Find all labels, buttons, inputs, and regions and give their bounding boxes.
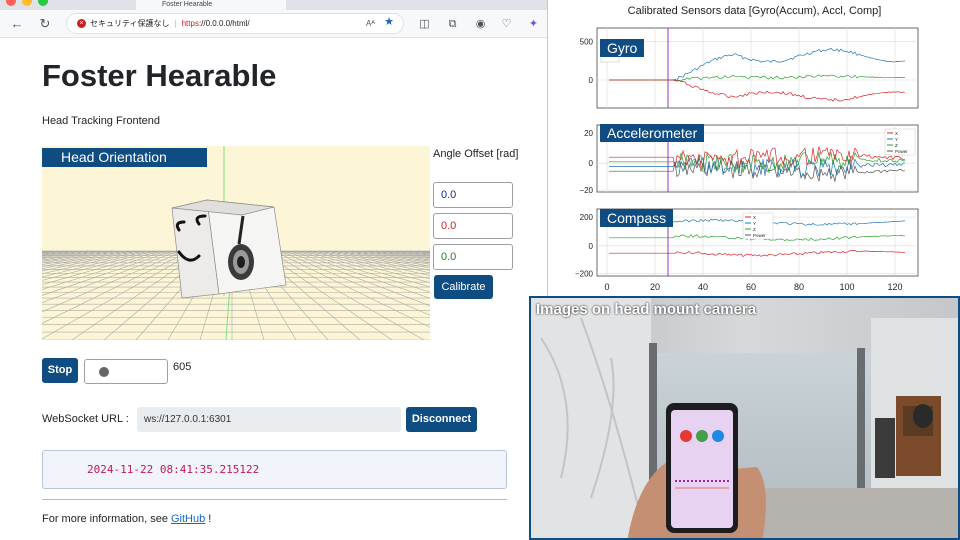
compass-label: Compass: [600, 209, 674, 227]
zoom-window-icon[interactable]: [38, 0, 48, 6]
angle-offset-z-input[interactable]: 0.0: [433, 244, 513, 270]
grid-line: [321, 250, 430, 276]
copilot-icon[interactable]: ✦: [527, 18, 540, 30]
tab-bar: Foster Hearable: [0, 0, 547, 10]
accelerometer-label: Accelerometer: [600, 124, 705, 142]
tab-title: Foster Hearable: [162, 1, 213, 8]
url-scheme: https: [181, 19, 199, 28]
browser-toolbar: ← ↻ × セキュリティ保護なし | https://0.0.0.0/html/ Aᴬ…: [0, 10, 547, 38]
angle-offset-label: Angle Offset [rad]: [433, 148, 519, 160]
address-separator: |: [174, 19, 177, 28]
grid-line: [399, 250, 430, 255]
grid-line: [42, 250, 137, 272]
not-secure-icon: ×: [77, 19, 86, 29]
back-arrow-icon[interactable]: ←: [8, 15, 26, 33]
y-tick-label: 0: [589, 76, 594, 85]
x-tick-label: 120: [887, 282, 902, 292]
collections-icon[interactable]: ⧉: [446, 18, 459, 30]
disconnect-button[interactable]: Disconnect: [406, 407, 477, 432]
head-orientation-label: Head Orientation: [42, 148, 207, 167]
playback-slider[interactable]: [84, 359, 168, 384]
grid-line: [339, 250, 430, 269]
grid-line: [327, 250, 430, 274]
legend-label: Power: [753, 233, 766, 238]
close-window-icon[interactable]: [6, 0, 16, 6]
y-tick-label: 500: [580, 38, 594, 47]
grid-line: [42, 250, 95, 260]
head-orientation-scene: [42, 146, 430, 340]
footer-suffix: !: [205, 513, 212, 525]
y-tick-label: 20: [584, 129, 593, 138]
read-aloud-icon[interactable]: Aᴬ: [366, 14, 375, 33]
split-screen-icon[interactable]: ◫: [418, 18, 431, 30]
tab-foster-hearable[interactable]: Foster Hearable: [136, 0, 286, 10]
grid-line: [345, 250, 430, 267]
x-tick-label: 40: [698, 282, 708, 292]
page-subtitle: Head Tracking Frontend: [42, 115, 161, 127]
websocket-url-label: WebSocket URL :: [42, 413, 129, 425]
x-tick-label: 100: [839, 282, 854, 292]
timestamp-box: 2024-11-22 08:41:35.215122: [42, 450, 507, 489]
plot-frame: [596, 27, 919, 109]
camera-image: [531, 298, 958, 538]
footer-prefix: For more information, see: [42, 513, 171, 525]
grid-line: [279, 250, 430, 316]
web-page: Foster Hearable Head Tracking Frontend H…: [0, 38, 547, 540]
legend-label: X: [895, 131, 898, 136]
angle-offset-x-input[interactable]: 0.0: [433, 182, 513, 208]
grid-line: [273, 250, 430, 328]
legend-label: Z: [753, 227, 756, 232]
head-orientation-viewer[interactable]: Head Orientation: [42, 146, 430, 340]
y-tick-label: −200: [575, 269, 594, 278]
calibrate-button[interactable]: Calibrate: [434, 275, 493, 299]
reload-icon[interactable]: ↻: [36, 15, 54, 33]
frame-count: 605: [173, 361, 192, 373]
x-tick-label: 20: [650, 282, 660, 292]
url-path: ://0.0.0.0/html/: [198, 19, 250, 28]
x-tick-label: 60: [746, 282, 756, 292]
minimize-window-icon[interactable]: [22, 0, 32, 6]
github-link[interactable]: GitHub: [171, 513, 205, 525]
timestamp-text: 2024-11-22 08:41:35.215122: [87, 463, 260, 476]
legend-label: Y: [753, 221, 756, 226]
browser-essentials-icon[interactable]: ♡: [500, 18, 513, 30]
legend-label: Power: [895, 149, 908, 154]
legend-label: Y: [895, 137, 898, 142]
legend-label: X: [753, 215, 756, 220]
x-tick-label: 80: [794, 282, 804, 292]
y-tick-label: −20: [579, 186, 593, 195]
stop-button[interactable]: Stop: [42, 358, 78, 383]
websocket-url-input[interactable]: ws://127.0.0.1:6301: [137, 407, 401, 432]
screen: Foster Hearable ← ↻ × セキュリティ保護なし | https://…: [0, 0, 960, 540]
head-camera-view: Images on head mount camera: [529, 296, 960, 540]
footer-text: For more information, see GitHub !: [42, 513, 211, 525]
divider: [42, 499, 507, 500]
page-title: Foster Hearable: [42, 58, 277, 93]
angle-offset-y-input[interactable]: 0.0: [433, 213, 513, 239]
grid-line: [42, 250, 71, 255]
camera-title: Images on head mount camera: [536, 301, 757, 318]
y-tick-label: 0: [589, 242, 594, 251]
x-tick-label: 0: [604, 282, 609, 292]
y-tick-label: 0: [589, 159, 594, 168]
extensions-icon[interactable]: ◉: [474, 18, 487, 30]
grid-line: [42, 250, 77, 256]
favorite-star-icon[interactable]: ★: [384, 13, 394, 32]
gyro-label: Gyro: [600, 39, 645, 57]
address-bar[interactable]: × セキュリティ保護なし | https://0.0.0.0/html/ Aᴬ ★: [66, 13, 404, 34]
grid-line: [42, 250, 83, 257]
grid-line: [333, 250, 430, 271]
security-warning-text: セキュリティ保護なし: [90, 19, 170, 28]
sensor-plot-window: Calibrated Sensors data [Gyro(Accum), Ac…: [549, 0, 960, 296]
slider-knob[interactable]: [99, 367, 109, 377]
y-tick-label: 200: [580, 213, 594, 222]
browser-window: Foster Hearable ← ↻ × セキュリティ保護なし | https://…: [0, 0, 548, 540]
legend-label: Z: [895, 143, 898, 148]
